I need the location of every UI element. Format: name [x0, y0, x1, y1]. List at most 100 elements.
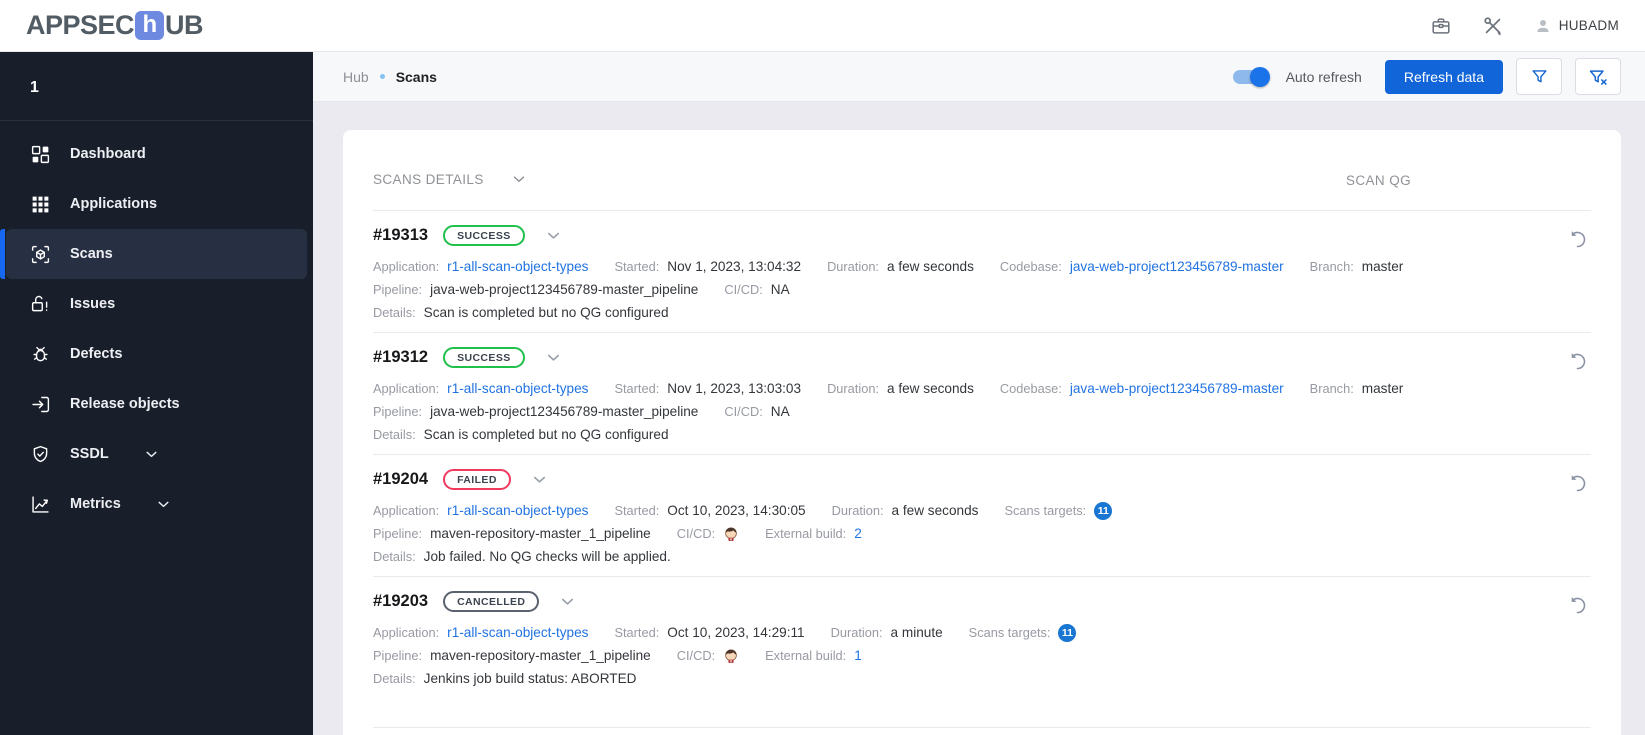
scan-field: Started: Nov 1, 2023, 13:04:32 [614, 259, 801, 274]
field-label: Duration: [831, 503, 884, 518]
field-value-link[interactable]: java-web-project123456789-master [1070, 381, 1284, 396]
field-value: maven-repository-master_1_pipeline [430, 648, 651, 663]
field-label: Application: [373, 625, 440, 640]
field-label: Details: [373, 305, 416, 320]
expand-chevron-icon[interactable] [544, 226, 563, 245]
jenkins-icon [723, 526, 739, 542]
field-value-link[interactable]: java-web-project123456789-master [1070, 259, 1284, 274]
topbar: Hub Scans Auto refresh Refresh data [313, 52, 1645, 102]
sidebar-item-release-objects[interactable]: Release objects [6, 379, 307, 429]
field-label: Started: [614, 381, 660, 396]
field-value-link[interactable]: r1-all-scan-object-types [447, 625, 588, 640]
sidebar-item-defects[interactable]: Defects [6, 329, 307, 379]
scan-meta-line-2: Pipeline: maven-repository-master_1_pipel… [373, 522, 1591, 545]
field-value: NA [770, 404, 790, 419]
restart-scan-button[interactable] [1565, 227, 1589, 251]
restart-scan-button[interactable] [1565, 349, 1589, 373]
breadcrumb-separator-dot [379, 74, 385, 79]
filter-button[interactable] [1516, 58, 1562, 95]
scan-field: Scans targets: 11 [969, 623, 1077, 642]
chevron-down-icon [144, 447, 159, 462]
scan-targets-count-badge: 11 [1094, 501, 1113, 520]
field-label: Started: [614, 625, 660, 640]
field-value: java-web-project123456789-master_pipelin… [430, 404, 699, 419]
field-value: master [1361, 259, 1404, 274]
username: HUBADM [1558, 18, 1619, 33]
expand-chevron-icon[interactable] [530, 470, 549, 489]
sidebar-item-metrics[interactable]: Metrics [6, 479, 307, 529]
scan-details-line: Details: Job failed. No QG checks will be… [373, 545, 1591, 568]
field-value: Nov 1, 2023, 13:04:32 [667, 259, 802, 274]
scans-details-label: SCANS DETAILS [373, 171, 484, 187]
field-value: Scan is completed but no QG configured [423, 305, 669, 320]
clear-filter-button[interactable] [1575, 58, 1621, 95]
scan-field: Details: Scan is completed but no QG conf… [373, 427, 669, 442]
scan-title-line: #19312 SUCCESS [373, 344, 1591, 370]
topbar-controls: Auto refresh Refresh data [1232, 58, 1621, 95]
bottom-divider [373, 727, 1591, 728]
auto-refresh-toggle[interactable] [1232, 66, 1270, 87]
breadcrumb-hub[interactable]: Hub [343, 69, 369, 85]
field-label: Pipeline: [373, 404, 423, 419]
field-value: maven-repository-master_1_pipeline [430, 526, 651, 541]
field-label: Codebase: [999, 259, 1062, 274]
jenkins-icon [723, 648, 739, 664]
field-value-link[interactable]: 2 [854, 526, 862, 541]
scan-field: Application: r1-all-scan-object-types [373, 259, 588, 274]
scans-details-header[interactable]: SCANS DETAILS [373, 170, 528, 188]
metrics-icon [30, 494, 51, 515]
scan-id: #19312 [373, 347, 429, 366]
sidebar-item-issues[interactable]: Issues [6, 279, 307, 329]
breadcrumb-current: Scans [395, 68, 437, 85]
scan-field: Codebase: java-web-project123456789-maste… [1000, 259, 1284, 274]
sidebar-item-dashboard[interactable]: Dashboard [6, 129, 307, 179]
dashboard-icon [30, 144, 51, 165]
field-value: a few seconds [887, 259, 974, 274]
user-menu[interactable]: HUBADM [1534, 17, 1619, 35]
sidebar-item-label: Metrics [70, 496, 121, 512]
release-objects-icon [30, 394, 51, 415]
briefcase-icon[interactable] [1430, 15, 1452, 37]
logo-text-pre: APPSEC [26, 10, 135, 40]
expand-chevron-icon[interactable] [558, 592, 577, 611]
field-value-link[interactable]: r1-all-scan-object-types [447, 381, 588, 396]
auto-refresh-label: Auto refresh [1285, 68, 1362, 85]
field-value-link[interactable]: r1-all-scan-object-types [447, 503, 588, 518]
scan-title-line: #19203 CANCELLED [373, 588, 1591, 614]
scan-row: #19204 FAILED Application: r1-all-scan-obje… [373, 454, 1591, 576]
scan-field: Details: Job failed. No QG checks will be… [373, 549, 671, 564]
restart-scan-button[interactable] [1565, 593, 1589, 617]
scan-meta-line-1: Application: r1-all-scan-object-types Star… [373, 255, 1591, 278]
restart-scan-button[interactable] [1565, 471, 1589, 495]
workspace-label: 1 [30, 79, 39, 96]
header-actions: HUBADM [1430, 15, 1619, 37]
table-header: SCANS DETAILS SCAN QG [373, 130, 1591, 210]
field-value: a few seconds [891, 503, 979, 518]
sidebar-item-ssdl[interactable]: SSDL [6, 429, 307, 479]
scans-icon [30, 244, 51, 265]
expand-chevron-icon[interactable] [544, 348, 563, 367]
scan-field: Details: Scan is completed but no QG conf… [373, 305, 669, 320]
sidebar-item-label: Scans [70, 246, 113, 262]
sidebar-item-label: Issues [70, 296, 116, 312]
logo-text-post: UB [165, 10, 204, 40]
scan-id: #19204 [373, 469, 429, 488]
refresh-data-button[interactable]: Refresh data [1384, 59, 1503, 94]
field-value: master [1361, 381, 1404, 396]
field-value: Job failed. No QG checks will be applied… [423, 549, 671, 564]
field-label: Application: [373, 503, 440, 518]
scan-details-line: Details: Scan is completed but no QG conf… [373, 301, 1591, 324]
field-value-link[interactable]: r1-all-scan-object-types [447, 259, 588, 274]
field-value: Scan is completed but no QG configured [423, 427, 669, 442]
funnel-x-icon [1589, 69, 1607, 85]
status-badge: CANCELLED [443, 590, 540, 612]
sidebar-item-applications[interactable]: Applications [6, 179, 307, 229]
field-label: External build: [765, 526, 847, 541]
tools-icon[interactable] [1482, 15, 1504, 37]
field-value: a minute [890, 625, 943, 640]
scan-qg-label: SCAN QG [1345, 173, 1411, 188]
ssdl-icon [30, 444, 51, 465]
scans-card: SCANS DETAILS SCAN QG #19313 SUCCESS Appli… [343, 130, 1621, 735]
sidebar-item-scans[interactable]: Scans [0, 229, 307, 279]
field-value-link[interactable]: 1 [854, 648, 862, 663]
